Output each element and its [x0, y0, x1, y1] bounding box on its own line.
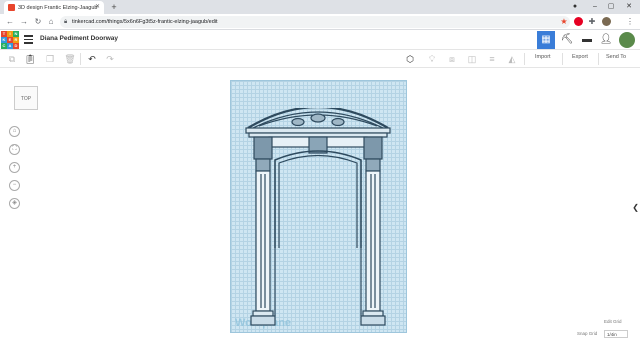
- mirror-icon[interactable]: ◭: [506, 53, 518, 65]
- home-view-icon[interactable]: ⌂: [9, 126, 20, 137]
- design-menu-icon[interactable]: [24, 35, 33, 44]
- view-cube[interactable]: TOP: [14, 86, 38, 110]
- zoom-out-icon[interactable]: −: [9, 180, 20, 191]
- forward-icon[interactable]: →: [18, 16, 30, 28]
- send-to-button[interactable]: Send To: [606, 54, 626, 60]
- toolbar-divider: [80, 53, 81, 65]
- address-bar[interactable]: 🔒︎ tinkercad.com/things/5x6n6Fg3t5z-fran…: [60, 16, 570, 28]
- toolbar-divider: [598, 53, 599, 65]
- undo-icon[interactable]: ↶: [86, 53, 98, 65]
- export-button[interactable]: Export: [572, 54, 588, 60]
- design-title[interactable]: Diana Pediment Doorway: [40, 35, 118, 42]
- chrome-menu-icon[interactable]: ⋮: [624, 16, 636, 28]
- back-icon[interactable]: ←: [4, 16, 16, 28]
- maximize-button[interactable]: ▢: [604, 1, 618, 13]
- import-button[interactable]: Import: [535, 54, 551, 60]
- snap-grid-select[interactable]: 1/4in: [604, 330, 628, 338]
- browser-toolbar: ← → ↻ ⌂ 🔒︎ tinkercad.com/things/5x6n6Fg3…: [0, 14, 640, 30]
- profile-icon[interactable]: ●: [568, 1, 582, 13]
- copy-icon[interactable]: ⧉: [6, 53, 18, 65]
- 3d-viewport[interactable]: TOP ⌂ ⛶ + − ◈ Workplane: [0, 68, 640, 343]
- edit-toolbar: ⧉ 📋︎ ❐ 🗑︎ ↶ ↷ ⬡ 💡︎ ⧈ ◫ ≡ ◭ Import Export…: [0, 50, 640, 68]
- lock-icon: 🔒︎: [64, 19, 68, 25]
- star-icon[interactable]: ★: [558, 16, 570, 28]
- extensions-icon[interactable]: ✚: [586, 16, 598, 28]
- browser-tab-strip: 3D design Frantic Elzing-Jaagub ✕ + ● – …: [0, 0, 640, 14]
- user-avatar[interactable]: [619, 32, 635, 48]
- profile-avatar-icon[interactable]: [602, 17, 611, 26]
- tinkercad-logo[interactable]: TINKERCAD: [1, 31, 19, 49]
- notes-icon[interactable]: ⬡: [404, 53, 416, 65]
- pinterest-extension-icon[interactable]: [574, 17, 583, 26]
- reload-icon[interactable]: ↻: [32, 16, 44, 28]
- browser-tab[interactable]: 3D design Frantic Elzing-Jaagub ✕: [4, 1, 104, 14]
- ungroup-icon[interactable]: ◫: [466, 53, 478, 65]
- url-text: tinkercad.com/things/5x6n6Fg3t5z-frantic…: [72, 19, 218, 25]
- align-icon[interactable]: ≡: [486, 53, 498, 65]
- tinkercad-favicon-icon: [8, 4, 15, 11]
- bricks-icon[interactable]: ▬: [578, 31, 596, 49]
- browser-tab-title: 3D design Frantic Elzing-Jaagub: [18, 4, 98, 11]
- toolbar-divider: [562, 53, 563, 65]
- light-bulb-icon[interactable]: 💡︎: [426, 53, 438, 65]
- delete-icon[interactable]: 🗑︎: [64, 53, 76, 65]
- pickaxe-icon[interactable]: ⛏: [558, 31, 576, 49]
- logo-letter: D: [13, 43, 19, 49]
- fit-all-icon[interactable]: ⛶: [9, 144, 20, 155]
- minimize-button[interactable]: –: [588, 1, 602, 13]
- collapse-panel-icon[interactable]: ❮: [632, 203, 639, 212]
- home-icon[interactable]: ⌂: [45, 16, 57, 28]
- app-header: TINKERCAD Diana Pediment Doorway ▦ ⛏ ▬ 👤…: [0, 30, 640, 50]
- snap-grid-label: Snap Grid: [577, 331, 598, 336]
- doorway-model[interactable]: [245, 108, 391, 328]
- group-icon[interactable]: ⧈: [446, 53, 458, 65]
- redo-icon[interactable]: ↷: [104, 53, 116, 65]
- new-tab-button[interactable]: +: [108, 1, 120, 13]
- duplicate-icon[interactable]: ❐: [44, 53, 56, 65]
- 3d-view-grid-icon[interactable]: ▦: [537, 31, 555, 49]
- edit-grid-button[interactable]: Edit Grid: [604, 319, 622, 324]
- tab-close-icon[interactable]: ✕: [95, 3, 100, 10]
- zoom-in-icon[interactable]: +: [9, 162, 20, 173]
- toolbar-divider: [524, 53, 525, 65]
- paste-icon[interactable]: 📋︎: [24, 53, 36, 65]
- add-user-icon[interactable]: 👤︎: [597, 31, 615, 49]
- perspective-icon[interactable]: ◈: [9, 198, 20, 209]
- close-window-button[interactable]: ✕: [622, 1, 636, 13]
